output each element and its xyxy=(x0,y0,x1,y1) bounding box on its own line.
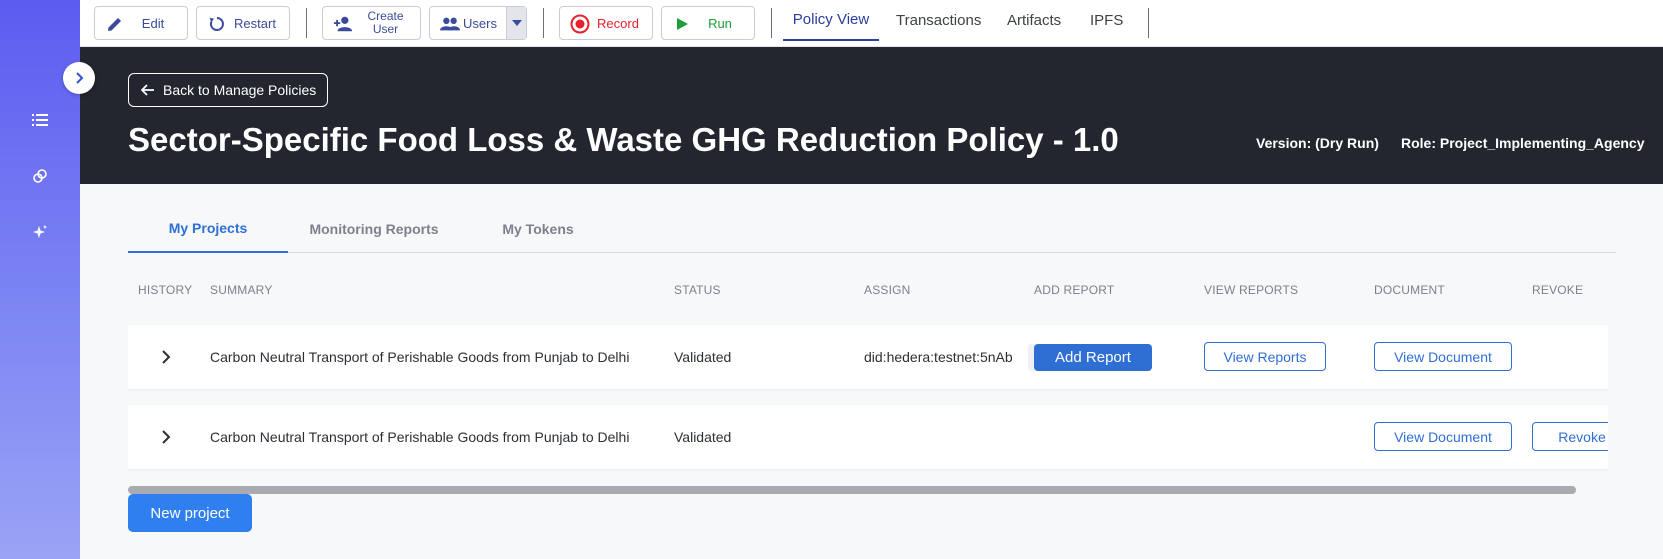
create-user-button[interactable]: Create User xyxy=(322,6,421,40)
sparkle-icon[interactable] xyxy=(30,222,50,242)
summary-cell: Carbon Neutral Transport of Perishable G… xyxy=(210,349,630,365)
page-title: Sector-Specific Food Loss & Waste GHG Re… xyxy=(128,121,1119,158)
record-label: Record xyxy=(597,15,639,31)
tab-artifacts[interactable]: Artifacts xyxy=(1007,0,1061,41)
view-document-button[interactable]: View Document xyxy=(1374,422,1512,451)
toolbar-divider xyxy=(1148,8,1149,38)
new-project-button[interactable]: New project xyxy=(128,494,252,532)
restart-icon xyxy=(207,14,227,34)
horizontal-scrollbar[interactable] xyxy=(128,486,1576,494)
chevron-right-icon xyxy=(162,430,171,444)
table-row: Carbon Neutral Transport of Perishable G… xyxy=(128,405,1608,469)
role-label: Role: Project_Implementing_Agency xyxy=(1401,135,1645,151)
add-report-button[interactable]: Add Report xyxy=(1034,344,1152,371)
view-reports-button[interactable]: View Reports xyxy=(1204,342,1326,371)
chevron-down-icon[interactable] xyxy=(506,7,526,39)
expand-row-button[interactable] xyxy=(154,425,178,449)
users-button[interactable]: Users xyxy=(429,6,527,40)
run-button[interactable]: Run xyxy=(661,6,755,40)
sidebar-expand-button[interactable] xyxy=(63,62,95,94)
view-document-button[interactable]: View Document xyxy=(1374,342,1512,371)
edit-button[interactable]: Edit xyxy=(94,6,188,40)
policy-header: Back to Manage Policies Sector-Specific … xyxy=(80,47,1663,184)
toolbar: Edit Restart Create User Users Record Ru… xyxy=(80,0,1663,47)
tab-transactions[interactable]: Transactions xyxy=(896,0,981,41)
assign-cell: did:hedera:testnet:5nAb xyxy=(864,349,1013,365)
status-cell: Validated xyxy=(674,429,732,445)
tab-policy-view[interactable]: Policy View xyxy=(783,0,879,41)
play-icon xyxy=(672,14,692,34)
record-icon xyxy=(570,14,590,34)
toolbar-divider xyxy=(771,8,772,38)
status-cell: Validated xyxy=(674,349,732,365)
edit-label: Edit xyxy=(141,15,165,31)
table-row: Carbon Neutral Transport of Perishable G… xyxy=(128,325,1608,389)
link-icon[interactable] xyxy=(30,166,50,186)
users-icon xyxy=(440,14,460,34)
tab-my-tokens[interactable]: My Tokens xyxy=(468,205,608,253)
column-header-summary: SUMMARY xyxy=(210,283,273,297)
arrow-left-icon xyxy=(141,84,154,96)
back-button[interactable]: Back to Manage Policies xyxy=(128,73,328,107)
back-label: Back to Manage Policies xyxy=(163,82,317,98)
tab-monitoring-reports[interactable]: Monitoring Reports xyxy=(294,205,454,253)
summary-cell: Carbon Neutral Transport of Perishable G… xyxy=(210,429,630,445)
tab-ipfs[interactable]: IPFS xyxy=(1090,0,1123,41)
column-header-history: HISTORY xyxy=(138,283,193,297)
record-button[interactable]: Record xyxy=(559,6,653,40)
toolbar-divider xyxy=(306,8,307,38)
toolbar-divider xyxy=(543,8,544,38)
revoke-button[interactable]: Revoke xyxy=(1532,422,1608,451)
tab-my-projects[interactable]: My Projects xyxy=(128,205,288,253)
expand-row-button[interactable] xyxy=(154,345,178,369)
restart-button[interactable]: Restart xyxy=(196,6,290,40)
column-header-assign: ASSIGN xyxy=(864,283,911,297)
column-header-add-report: ADD REPORT xyxy=(1034,283,1115,297)
column-header-view-reports: VIEW REPORTS xyxy=(1204,283,1299,297)
chevron-right-icon xyxy=(76,72,84,84)
chevron-right-icon xyxy=(162,350,171,364)
version-label: Version: (Dry Run) xyxy=(1256,135,1379,151)
add-user-icon xyxy=(333,14,353,34)
run-label: Run xyxy=(708,15,732,31)
column-header-document: DOCUMENT xyxy=(1374,283,1445,297)
content-tabs: My Projects Monitoring Reports My Tokens xyxy=(128,205,1616,253)
pencil-icon xyxy=(105,14,125,34)
create-user-label: Create User xyxy=(367,9,404,36)
column-header-revoke: REVOKE xyxy=(1532,283,1584,297)
restart-label: Restart xyxy=(234,15,276,31)
column-header-status: STATUS xyxy=(674,283,721,297)
users-label: Users xyxy=(463,15,497,31)
list-icon[interactable] xyxy=(30,110,50,130)
projects-table: Carbon Neutral Transport of Perishable G… xyxy=(128,325,1608,500)
